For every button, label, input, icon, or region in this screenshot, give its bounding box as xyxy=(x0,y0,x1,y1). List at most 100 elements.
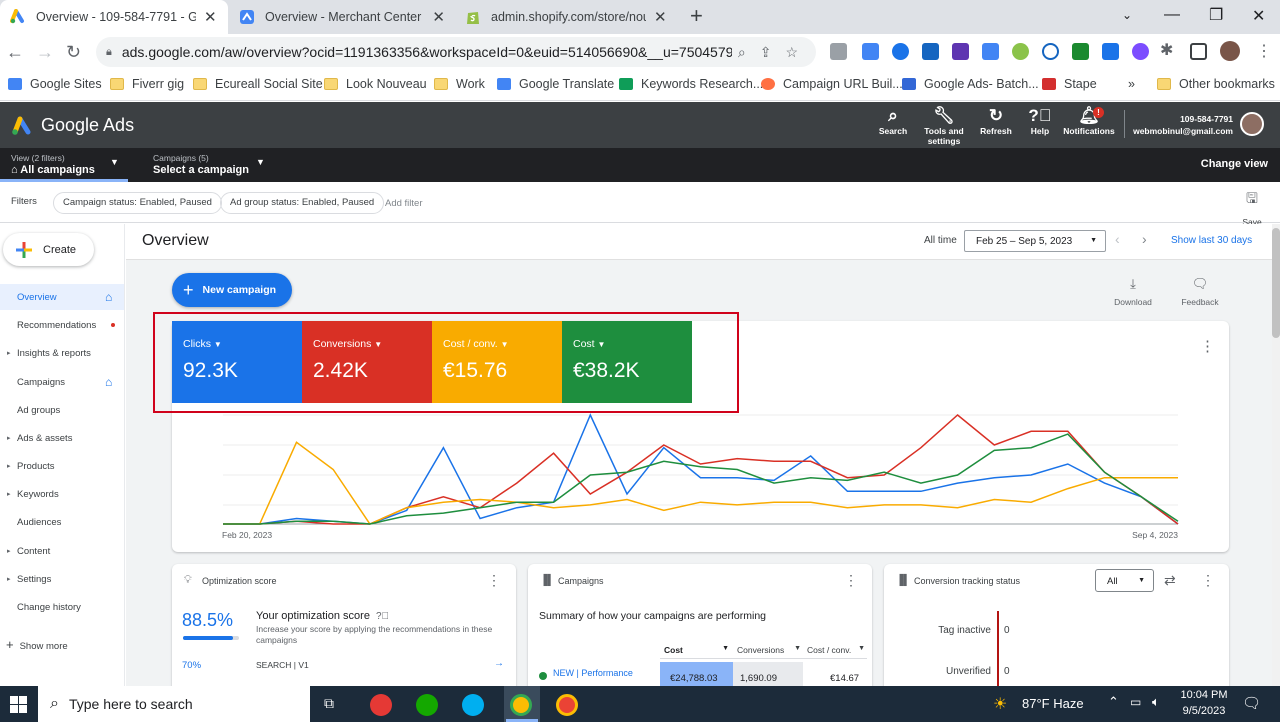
extension-tag-icon[interactable] xyxy=(862,43,879,60)
header-refresh-button[interactable]: ↻ Refresh xyxy=(978,107,1014,137)
show-more-button[interactable]: + Show more xyxy=(6,637,68,652)
zoom-icon[interactable]: ⌕ xyxy=(738,44,746,61)
star-icon[interactable]: ☆ xyxy=(785,44,798,61)
share-icon[interactable]: ⇪ xyxy=(760,44,772,61)
extension-eye-icon[interactable] xyxy=(892,43,909,60)
header-search-button[interactable]: ⌕ Search xyxy=(876,107,910,137)
extension-download-arrow-icon[interactable] xyxy=(1072,43,1089,60)
add-filter-button[interactable]: Add filter xyxy=(385,198,423,209)
sidebar-item-keywords[interactable]: ▸ Keywords xyxy=(0,481,124,507)
extension-gear-icon[interactable] xyxy=(1132,43,1149,60)
header-notifications-button[interactable]: 🔔︎ Notifications ! xyxy=(1060,107,1118,137)
tray-chevron-icon[interactable]: ⌃ xyxy=(1108,694,1119,710)
column-header-cost-conv[interactable]: Cost / conv. ▼ xyxy=(803,641,867,659)
change-view-button[interactable]: Change view xyxy=(1190,158,1268,170)
minimize-icon[interactable]: — xyxy=(1164,6,1180,24)
avatar[interactable] xyxy=(1240,112,1264,136)
sidebar-item-settings[interactable]: ▸ Settings xyxy=(0,566,124,592)
card-menu-icon[interactable]: ⋮ xyxy=(1201,572,1215,589)
upwork-icon[interactable] xyxy=(416,694,438,716)
window-close-icon[interactable]: ✕ xyxy=(1252,6,1265,26)
bookmark-item[interactable]: Google Translate xyxy=(497,77,614,91)
tab-search-chevron-icon[interactable]: ⌄ xyxy=(1122,8,1132,22)
sidebar-item-ad-groups[interactable]: Ad groups xyxy=(0,397,124,423)
scrollbar-thumb[interactable] xyxy=(1272,228,1280,338)
header-help-button[interactable]: ?⃝ Help xyxy=(1024,107,1056,137)
card-menu-icon[interactable]: ⋮ xyxy=(487,572,501,589)
chrome-b-icon[interactable] xyxy=(370,694,392,716)
status-filter-select[interactable]: All ▼ xyxy=(1095,569,1154,592)
chrome-profile-icon[interactable] xyxy=(556,694,578,716)
bookmark-item[interactable]: Fiverr gig xyxy=(110,77,184,91)
close-icon[interactable]: ✕ xyxy=(654,8,667,26)
prev-range-icon[interactable]: ‹ xyxy=(1115,231,1120,247)
bookmark-item[interactable]: Keywords Research... xyxy=(619,77,763,91)
create-button[interactable]: Create xyxy=(3,233,94,266)
network-icon[interactable]: ▭ xyxy=(1130,695,1141,709)
campaign-name[interactable]: NEW | Performance xyxy=(553,668,633,678)
extension-c-icon[interactable] xyxy=(1042,43,1059,60)
sidebar-item-overview[interactable]: Overview ⌂ xyxy=(0,284,124,310)
profile-avatar-icon[interactable] xyxy=(1220,41,1240,61)
row-campaign-name[interactable]: SEARCH | V1 xyxy=(256,660,309,670)
column-header-conversions[interactable]: Conversions ▼ xyxy=(733,641,803,659)
header-tools-button[interactable]: 🔧︎ Tools and settings xyxy=(920,107,968,147)
view-selector[interactable]: View (2 filters) ⌂ All campaigns ▼ xyxy=(0,148,128,182)
bookmark-item[interactable]: Campaign URL Buil... xyxy=(761,77,903,91)
filter-chip-adgroup-status[interactable]: Ad group status: Enabled, Paused xyxy=(220,192,385,214)
notification-center-icon[interactable]: 🗨︎ xyxy=(1242,694,1261,712)
bookmarks-overflow-button[interactable]: » xyxy=(1128,77,1135,91)
sidebar-item-ads-assets[interactable]: ▸ Ads & assets xyxy=(0,425,124,451)
sidebar-item-insights-reports[interactable]: ▸ Insights & reports xyxy=(0,340,124,366)
filter-chip-campaign-status[interactable]: Campaign status: Enabled, Paused xyxy=(53,192,222,214)
compare-icon[interactable]: ⇄ xyxy=(1164,572,1176,589)
forward-icon[interactable]: → xyxy=(36,42,54,63)
bookmark-item[interactable]: Work xyxy=(434,77,485,91)
sidebar-item-change-history[interactable]: Change history xyxy=(0,594,124,620)
card-menu-icon[interactable]: ⋮ xyxy=(844,572,858,589)
chart-menu-icon[interactable]: ⋮ xyxy=(1200,337,1215,355)
arrow-right-icon[interactable]: → xyxy=(494,658,504,669)
extension-translate-icon[interactable] xyxy=(982,43,999,60)
campaign-selector[interactable]: Campaigns (5) Select a campaign ▼ xyxy=(150,148,280,182)
tab-merchant-center[interactable]: Overview - Merchant Center ✕ xyxy=(229,0,455,34)
new-campaign-button[interactable]: + New campaign xyxy=(172,273,292,307)
clock-time[interactable]: 10:04 PM xyxy=(1176,689,1232,701)
weather-text[interactable]: 87°F Haze xyxy=(1022,696,1084,711)
download-button[interactable]: ⤓ Download xyxy=(1110,276,1156,310)
skype-icon[interactable] xyxy=(462,694,484,716)
extension-circle-icon[interactable] xyxy=(1012,43,1029,60)
column-header-cost[interactable]: Cost ▼ xyxy=(660,641,733,659)
tab-shopify[interactable]: admin.shopify.com/store/nouve ✕ xyxy=(455,0,681,34)
menu-dots-icon[interactable]: ⋮ xyxy=(1256,41,1272,61)
tab-google-ads[interactable]: Overview - 109-584-7791 - Goo ✕ xyxy=(0,0,228,34)
windows-start-icon[interactable] xyxy=(10,696,27,713)
sidebar-item-products[interactable]: ▸ Products xyxy=(0,453,124,479)
help-icon[interactable]: ?⃝ xyxy=(376,611,389,622)
sidepanel-icon[interactable] xyxy=(1190,43,1207,60)
close-icon[interactable]: ✕ xyxy=(432,8,445,26)
extension-layers-icon[interactable] xyxy=(922,43,939,60)
sidebar-item-recommendations[interactable]: Recommendations xyxy=(0,312,124,338)
extension-download-box-icon[interactable] xyxy=(1102,43,1119,60)
bookmark-item[interactable]: Stape xyxy=(1042,77,1097,91)
feedback-button[interactable]: 🗨︎ Feedback xyxy=(1176,276,1224,310)
extension-code-icon[interactable] xyxy=(830,43,847,60)
close-icon[interactable]: ✕ xyxy=(204,8,217,26)
sidebar-item-campaigns[interactable]: Campaigns ⌂ xyxy=(0,369,124,395)
bookmark-item[interactable]: Look Nouveau xyxy=(324,77,427,91)
bookmark-item[interactable]: Google Ads- Batch... xyxy=(902,77,1039,91)
volume-icon[interactable]: 🔈︎ xyxy=(1152,694,1160,710)
puzzle-icon[interactable]: ✱ xyxy=(1160,40,1173,60)
new-tab-icon[interactable]: + xyxy=(690,3,703,29)
other-bookmarks[interactable]: Other bookmarks xyxy=(1157,77,1275,91)
sidebar-item-content[interactable]: ▸ Content xyxy=(0,538,124,564)
next-range-icon[interactable]: › xyxy=(1142,231,1147,247)
chrome-icon[interactable] xyxy=(510,694,532,716)
taskbar-search-box[interactable]: ⌕ Type here to search xyxy=(38,686,310,722)
bookmark-item[interactable]: Google Sites xyxy=(8,77,102,91)
back-icon[interactable]: ← xyxy=(6,42,24,63)
date-range-select[interactable]: Feb 25 – Sep 5, 2023 ▼ xyxy=(964,230,1106,252)
task-view-icon[interactable]: ⧉ xyxy=(324,695,334,712)
url-bar[interactable]: 🔒︎ ads.google.com/aw/overview?ocid=11913… xyxy=(96,37,816,67)
